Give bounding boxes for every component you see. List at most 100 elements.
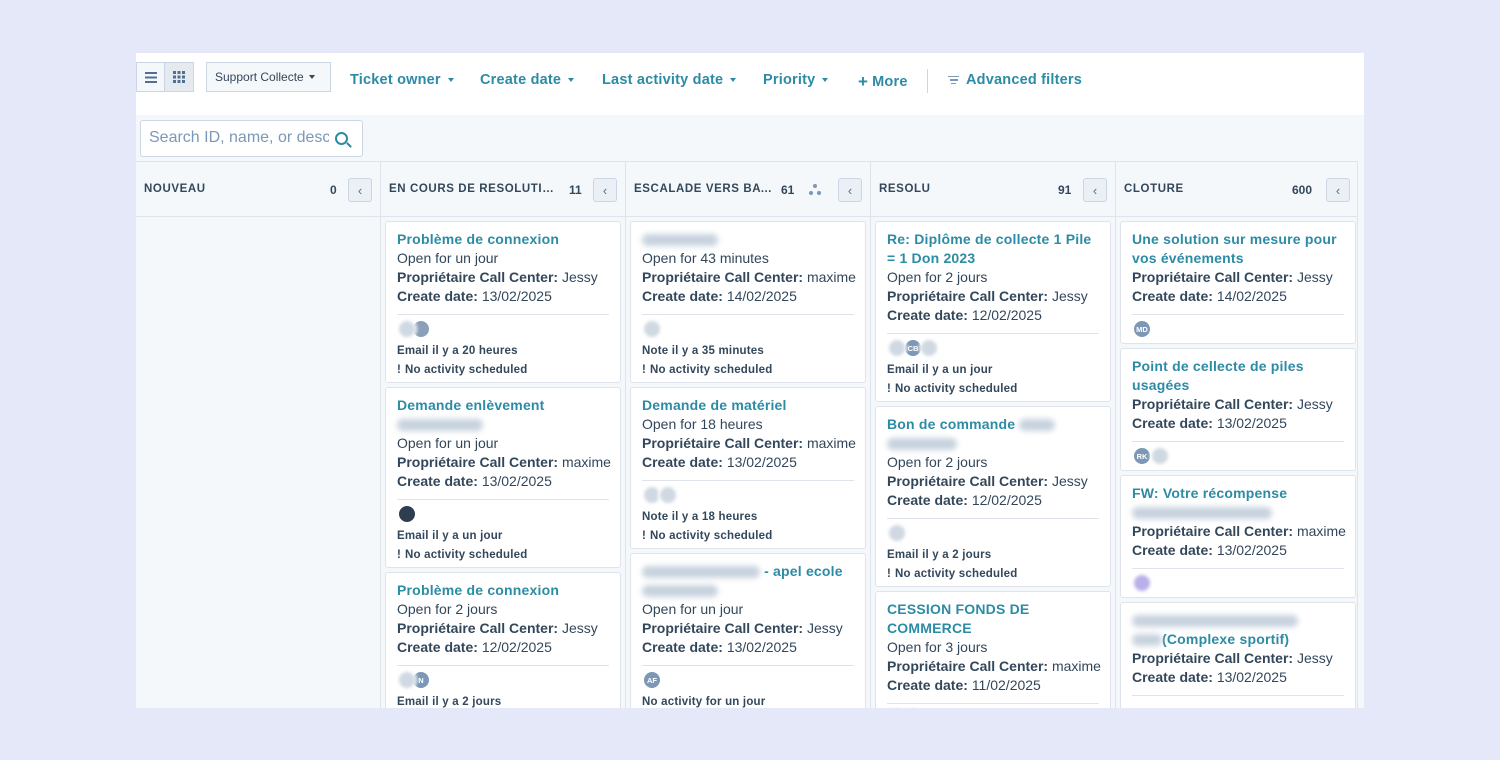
column-header: NOUVEAU 0 ‹ [136,161,380,217]
create-date-label: Create date: [1132,288,1213,304]
ticket-card[interactable]: Problème de connexion Open for un jour P… [385,221,621,383]
ticket-open-duration: Open for 43 minutes [642,250,769,266]
ticket-card[interactable]: Open for 43 minutes Propriétaire Call Ce… [630,221,866,383]
board-view-button[interactable] [165,62,194,92]
create-date-value: 12/02/2025 [971,492,1042,508]
column-count: 600 [1292,183,1313,197]
advanced-filters-button[interactable]: Advanced filters [948,72,1082,88]
ticket-card[interactable]: Une solution sur mesure pour vos événeme… [1120,221,1356,344]
last-activity: Email il y a un jour [887,364,993,376]
ticket-title[interactable]: Demande enlèvement [397,396,609,415]
owner-value: maxime [1296,523,1346,539]
ticket-card[interactable]: Problème de connexion Open for 2 jours P… [385,572,621,708]
ticket-title[interactable]: FW: Votre récompense [1132,484,1344,503]
owner-value: Jessy [1296,396,1333,412]
ticket-title[interactable]: Bon de commande [887,416,1015,432]
ticket-title[interactable]: (Complexe sportif) [1162,631,1289,647]
avatar[interactable] [887,523,907,543]
collapse-column-button[interactable]: ‹ [348,178,372,202]
search-icon[interactable] [335,132,348,145]
owner-value: Jessy [806,620,843,636]
ticket-title[interactable]: Problème de connexion [397,581,609,600]
owner-value: Jessy [561,620,598,636]
search-input[interactable] [149,129,329,147]
avatar[interactable] [397,504,417,524]
last-activity: Email il y a un jour [397,530,503,542]
redacted-text [642,585,718,598]
collapse-column-button[interactable]: ‹ [838,178,862,202]
ticket-card[interactable]: Re: Diplôme de collecte 1 Pile = 1 Don 2… [875,221,1111,402]
ticket-card[interactable]: Demande enlèvement Open for un jour Prop… [385,387,621,568]
create-date-filter[interactable]: Create date [480,72,575,88]
avatar[interactable]: MD [1132,319,1152,339]
list-view-icon [144,71,157,83]
create-date-filter-label: Create date [480,72,562,88]
ticket-owner-filter[interactable]: Ticket owner [350,72,454,88]
more-filters-button[interactable]: + More [858,72,908,92]
column-count: 91 [1058,183,1072,197]
ticket-title[interactable]: Problème de connexion [397,230,609,249]
warning-icon: ! [887,383,892,395]
owner-label: Propriétaire Call Center: [1132,269,1294,285]
card-divider [642,665,854,666]
ticket-card[interactable]: Bon de commande Open for 2 jours Proprié… [875,406,1111,587]
avatar[interactable] [887,338,907,358]
avatar[interactable] [658,485,678,505]
ticket-title[interactable]: CESSION FONDS DE COMMERCE [887,600,1099,638]
avatar[interactable] [919,338,939,358]
ticket-title[interactable]: Re: Diplôme de collecte 1 Pile = 1 Don 2… [887,230,1099,268]
column-header: ESCALADE VERS BATR… 61 ‹ [626,161,870,217]
view-toggle [136,62,194,92]
next-activity: No activity scheduled [650,530,773,542]
last-activity-date-filter[interactable]: Last activity date [602,72,737,88]
create-date-value: 13/02/2025 [726,639,797,655]
column-count: 0 [330,183,337,197]
chevron-down-icon [568,78,575,82]
avatar[interactable] [397,319,417,339]
avatar[interactable]: AF [642,670,662,690]
ticket-card[interactable]: Point de cellecte de piles usagées Propr… [1120,348,1356,471]
ticket-title[interactable]: Une solution sur mesure pour vos événeme… [1132,230,1344,268]
ticket-card[interactable]: - apel ecole Open for un jour Propriétai… [630,553,866,708]
ticket-title[interactable]: Demande de matériel [642,396,854,415]
plus-icon: + [858,72,869,91]
ticket-card[interactable]: FW: Votre récompense Propriétaire Call C… [1120,475,1356,598]
ticket-card[interactable]: Demande de matériel Open for 18 heures P… [630,387,866,549]
redacted-text [642,566,760,579]
card-divider [1132,441,1344,442]
contact-avatars [1132,573,1152,593]
create-date-label: Create date: [397,288,478,304]
board-view-icon [173,71,185,83]
avatar[interactable] [1132,573,1152,593]
owner-label: Propriétaire Call Center: [1132,650,1294,666]
create-date-label: Create date: [1132,415,1213,431]
filter-icon [948,75,959,85]
ticket-card[interactable]: CESSION FONDS DE COMMERCE Open for 3 jou… [875,591,1111,708]
collapse-column-button[interactable]: ‹ [1326,178,1350,202]
pipeline-select[interactable]: Support Collecte [206,62,331,92]
collapse-column-button[interactable]: ‹ [1083,178,1107,202]
more-filters-label: More [872,74,908,90]
avatar[interactable] [903,707,923,708]
redacted-text [1132,507,1272,520]
ticket-title[interactable]: - apel ecole [764,563,843,579]
create-date-value: 13/02/2025 [1216,542,1287,558]
last-activity: Note il y a 35 minutes [642,345,764,357]
priority-filter[interactable]: Priority [763,72,829,88]
avatar[interactable] [887,707,907,708]
ticket-title[interactable]: Point de cellecte de piles usagées [1132,357,1344,395]
list-view-button[interactable] [136,62,165,92]
column-header: RÉSOLU 91 ‹ [871,161,1115,217]
create-date-value: 11/02/2025 [971,677,1041,693]
create-date-value: 13/02/2025 [481,288,552,304]
avatar[interactable] [1150,446,1170,466]
contact-avatars [397,319,431,339]
automation-icon[interactable] [809,184,821,196]
avatar[interactable]: RK [1132,446,1152,466]
redacted-title[interactable] [642,234,718,247]
create-date-label: Create date: [887,677,968,693]
avatar[interactable] [642,319,662,339]
ticket-card[interactable]: (Complexe sportif) Propriétaire Call Cen… [1120,602,1356,708]
collapse-column-button[interactable]: ‹ [593,178,617,202]
avatar[interactable] [397,670,417,690]
